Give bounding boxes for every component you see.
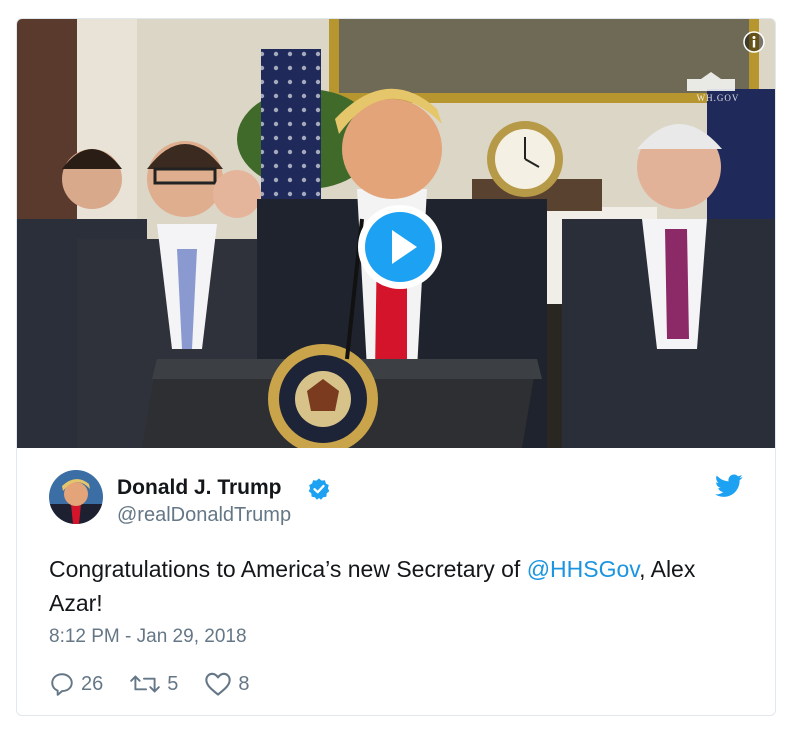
video-thumbnail[interactable]: WH.GOV [17, 19, 775, 448]
tweet-actions: 26 5 8 [49, 670, 276, 698]
tweet-text: Congratulations to America’s new Secreta… [49, 552, 739, 620]
retweet-count: 5 [167, 672, 179, 695]
avatar-image [49, 470, 103, 524]
user-handle[interactable]: @realDonaldTrump [117, 504, 291, 527]
like-count: 8 [238, 672, 250, 695]
tweet-timestamp[interactable]: 8:12 PM - Jan 29, 2018 [49, 626, 247, 648]
retweet-button[interactable]: 5 [129, 671, 178, 697]
reply-count: 26 [81, 672, 104, 695]
tweet-text-before: Congratulations to America’s new Secreta… [49, 556, 527, 582]
play-icon[interactable] [355, 202, 445, 292]
watermark-text: WH.GOV [696, 93, 740, 103]
tweet-card[interactable]: WH.GOV Donald J. Trump @realDonaldTrump … [16, 18, 776, 716]
avatar[interactable] [49, 470, 103, 524]
retweet-icon [130, 675, 161, 693]
twitter-bird-icon[interactable] [715, 474, 743, 498]
like-button[interactable]: 8 [204, 671, 250, 697]
tweet-body: Donald J. Trump @realDonaldTrump Congrat… [17, 448, 775, 715]
mention-link[interactable]: @HHSGov [527, 556, 639, 582]
wh-gov-watermark: WH.GOV [683, 71, 753, 103]
verified-badge-icon [308, 478, 330, 500]
info-icon[interactable] [743, 31, 765, 53]
white-house-logo-icon [687, 72, 735, 91]
reply-button[interactable]: 26 [49, 671, 103, 697]
display-name[interactable]: Donald J. Trump [117, 476, 282, 500]
reply-icon [51, 673, 73, 696]
like-icon [205, 672, 232, 696]
